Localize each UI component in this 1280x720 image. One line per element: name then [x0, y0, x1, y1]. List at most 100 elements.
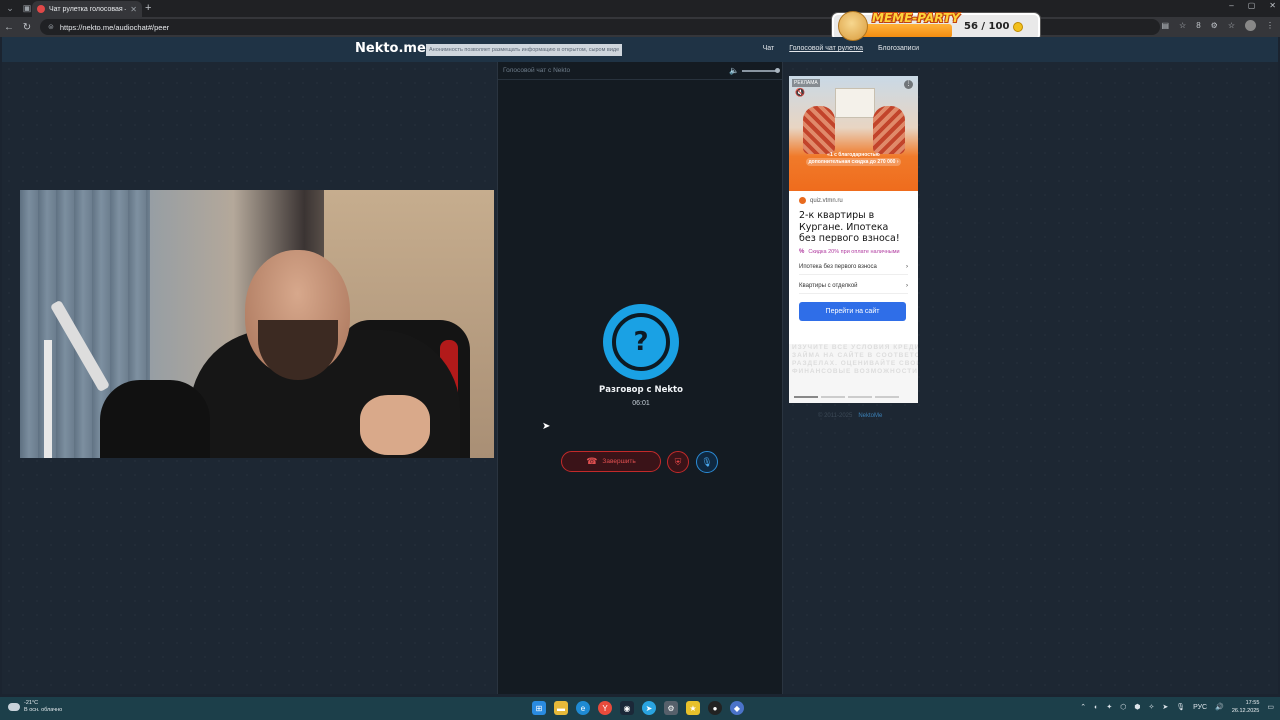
cloud-icon — [8, 703, 20, 711]
shield-icon: ⛨ — [674, 456, 682, 467]
file-explorer-icon[interactable]: ▬ — [554, 701, 568, 715]
telegram-tray-icon[interactable]: ➤ — [1162, 703, 1168, 711]
nav-chat[interactable]: Чат — [763, 45, 775, 52]
chevron-up-icon[interactable]: ⌃ — [1080, 703, 1086, 711]
meme-party-title: MEME-PARTY — [872, 11, 960, 25]
chat-header: Голосовой чат с Nekto 🔈 — [498, 62, 782, 80]
tray-app-icon[interactable]: ⬢ — [1134, 703, 1140, 711]
browser-menu-icon[interactable]: ⋮ — [1266, 21, 1274, 30]
tray-app-icon[interactable]: ✦ — [1106, 703, 1112, 711]
hang-up-icon: ☎ — [586, 456, 598, 466]
ad-link-finishing[interactable]: Квартиры с отделкой › — [799, 279, 908, 294]
tab-menu-icon[interactable]: ⌄ — [3, 2, 17, 16]
system-tray: ⌃ ◐ ✦ ⬡ ⬢ ✧ ➤ 🎙 РУС 🔊 17:55 26.12.2025 ▭ — [1080, 699, 1274, 715]
doge-icon — [838, 11, 868, 41]
tray-app-icon[interactable]: ◐ — [1094, 704, 1098, 711]
end-call-button[interactable]: ☎ Завершить — [561, 451, 661, 472]
ad-promo: «1 с благодарностью дополнительная скидк… — [797, 152, 910, 166]
volume-slider-knob[interactable] — [775, 67, 780, 73]
yandex-browser-icon[interactable]: Y — [598, 701, 612, 715]
ad-sound-icon[interactable]: 🔇 — [795, 88, 805, 97]
microphone-button[interactable]: 🎙 — [696, 451, 718, 473]
browser-tab-bar: ⌄ ▣ Чат рулетка голосовая — N ✕ + – ▢ ✕ — [0, 0, 1280, 17]
app-icon[interactable]: ★ — [686, 701, 700, 715]
language-indicator[interactable]: РУС — [1193, 704, 1207, 711]
reload-icon[interactable]: ↻ — [18, 22, 36, 33]
browser-tab[interactable]: Чат рулетка голосовая — N ✕ — [32, 1, 142, 17]
new-tab-icon[interactable]: + — [145, 2, 151, 14]
extensions-count[interactable]: 8 — [1196, 21, 1200, 30]
ad-carousel-progress — [794, 396, 899, 398]
ad-label: РЕКЛАМА — [792, 79, 820, 87]
tab-favicon-icon — [37, 5, 45, 13]
back-icon[interactable]: ← — [0, 22, 18, 33]
close-window-button[interactable]: ✕ — [1269, 1, 1276, 10]
chevron-right-icon: › — [906, 263, 908, 270]
tray-app-icon[interactable]: ✧ — [1148, 703, 1154, 711]
site-notice: Анонимность позволяет размещать информац… — [426, 44, 623, 56]
nav-voice-chat[interactable]: Голосовой чат рулетка — [789, 45, 863, 52]
site-logo[interactable]: Nekto.me — [355, 41, 426, 56]
volume-icon[interactable]: 🔈 — [729, 66, 739, 75]
clock-date: 26.12.2025 — [1231, 708, 1260, 714]
ad-link-label: Квартиры с отделкой — [799, 282, 858, 289]
question-mark-icon: ? — [612, 313, 670, 371]
meme-count-text: 56 / 100 — [964, 21, 1010, 32]
maximize-button[interactable]: ▢ — [1248, 1, 1256, 10]
steam-icon[interactable]: ◉ — [620, 701, 634, 715]
ad-discount-text: Скидка 20% при оплате наличными — [808, 248, 900, 255]
clock-time: 17:55 — [1245, 700, 1260, 706]
ad-menu-icon[interactable]: ⋮ — [904, 80, 913, 89]
chevron-right-icon: › — [906, 282, 908, 289]
microphone-icon: 🎙 — [701, 456, 713, 467]
tray-app-icon[interactable]: ⬡ — [1120, 703, 1126, 711]
notifications-icon[interactable]: ▭ — [1267, 703, 1274, 711]
ad-disclaimer-line: ИЗУЧИТЕ ВСЕ УСЛОВИЯ КРЕДИТА — [792, 344, 918, 351]
url-text[interactable]: https://nekto.me/audiochat#/peer — [60, 23, 169, 32]
ad-title[interactable]: 2-к квартиры в Кургане. Ипотека без перв… — [799, 210, 908, 245]
ad-link-mortgage[interactable]: Ипотека без первого взноса › — [799, 260, 908, 275]
copyright-text: © 2011-2025 — [818, 413, 853, 419]
minimize-button[interactable]: – — [1229, 1, 1233, 10]
ad-disclaimer: ИЗУЧИТЕ ВСЕ УСЛОВИЯ КРЕДИТА ЗАЙМА НА САЙ… — [789, 344, 918, 403]
volume-control[interactable]: 🔈 — [729, 66, 780, 75]
start-menu-icon[interactable]: ⊞ — [532, 701, 546, 715]
telegram-icon[interactable]: ➤ — [642, 701, 656, 715]
ad-promo-line2: дополнительная скидка до 270 000 › — [805, 158, 902, 166]
ad-body: quiz.vtmn.ru 2-к квартиры в Кургане. Ипо… — [789, 191, 918, 321]
edge-browser-icon[interactable]: e — [576, 701, 590, 715]
advertisement[interactable]: РЕКЛАМА 🔇 ⋮ «1 с благодарностью дополнит… — [789, 76, 918, 403]
tab-title: Чат рулетка голосовая — N — [49, 5, 126, 13]
app-icon[interactable]: ◆ — [730, 701, 744, 715]
footer-link[interactable]: NektoMe — [858, 413, 882, 419]
site-info-icon[interactable]: ⊜ — [48, 23, 54, 31]
obs-icon[interactable]: ● — [708, 701, 722, 715]
profile-avatar[interactable] — [1245, 20, 1256, 31]
reader-icon[interactable]: ▤ — [1161, 21, 1169, 30]
tab-close-icon[interactable]: ✕ — [130, 5, 137, 14]
bookmark-star-icon[interactable]: ☆ — [1179, 21, 1186, 30]
block-user-button[interactable]: ⛨ — [667, 451, 689, 473]
webcam-video — [20, 190, 494, 458]
window-controls: – ▢ ✕ — [1229, 1, 1276, 10]
ad-image[interactable]: РЕКЛАМА 🔇 ⋮ «1 с благодарностью дополнит… — [789, 76, 918, 191]
ad-disclaimer-line: ЗАЙМА НА САЙТЕ В СООТВЕТСТВУЮЩИХ — [792, 352, 918, 359]
meme-count: 56 / 100 — [964, 21, 1024, 32]
clock[interactable]: 17:55 26.12.2025 — [1232, 699, 1260, 715]
nav-blog[interactable]: Блогозаписи — [878, 45, 919, 52]
volume-tray-icon[interactable]: 🔊 — [1215, 703, 1224, 711]
volume-slider[interactable] — [742, 67, 780, 73]
bookmarks-icon[interactable]: ☆ — [1228, 21, 1235, 30]
settings-icon[interactable]: ⚙ — [664, 701, 678, 715]
mic-tray-icon[interactable]: 🎙 — [1176, 703, 1185, 711]
weather-widget[interactable]: -21°C В осн. облачно — [8, 700, 62, 714]
percent-icon: % — [799, 248, 805, 255]
ad-cta-button[interactable]: Перейти на сайт — [799, 301, 906, 321]
extensions-icon[interactable]: ⚙ — [1211, 21, 1218, 30]
ad-discount: % Скидка 20% при оплате наличными — [799, 249, 908, 256]
ad-link-label: Ипотека без первого взноса — [799, 263, 877, 270]
ad-source[interactable]: quiz.vtmn.ru — [799, 197, 908, 204]
site-header: Nekto.me Анонимность позволяет размещать… — [2, 37, 1278, 62]
call-timer: 06:01 — [632, 400, 650, 407]
ad-disclaimer-line: РАЗДЕЛАХ. ОЦЕНИВАЙТЕ СВОИ — [792, 360, 918, 367]
